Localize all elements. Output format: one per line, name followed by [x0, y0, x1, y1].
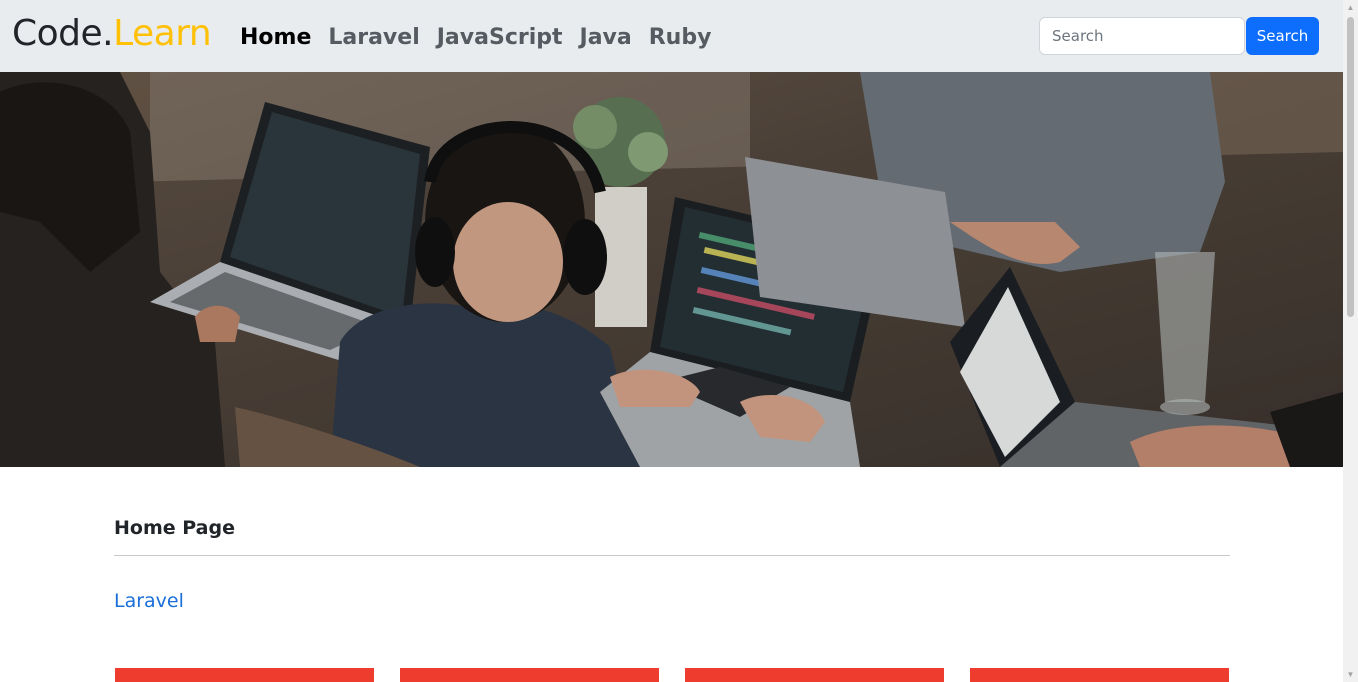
nav-link-java[interactable]: Java: [580, 22, 632, 54]
divider: [114, 555, 1230, 556]
scrollbar-thumb[interactable]: [1347, 17, 1354, 317]
page-title: Home Page: [114, 517, 235, 539]
vertical-scrollbar[interactable]: ▲ ▼: [1343, 0, 1358, 682]
navbar: Code.Learn Home Laravel JavaScript Java …: [0, 0, 1343, 72]
hero-banner-image: [0, 72, 1343, 467]
scroll-up-arrow-icon[interactable]: ▲: [1343, 0, 1358, 15]
search-form: Search: [1039, 17, 1319, 55]
nav-link-laravel[interactable]: Laravel: [328, 22, 419, 54]
post-card[interactable]: [970, 668, 1229, 682]
post-card[interactable]: [685, 668, 944, 682]
main-nav: Home Laravel JavaScript Java Ruby: [240, 22, 728, 54]
search-input[interactable]: [1039, 17, 1245, 55]
search-button[interactable]: Search: [1246, 17, 1319, 55]
nav-link-home[interactable]: Home: [240, 22, 311, 54]
scroll-down-arrow-icon[interactable]: ▼: [1343, 667, 1358, 682]
hero-photo-illustration: [0, 72, 1343, 467]
post-card[interactable]: [115, 668, 374, 682]
brand-text-code: Code.: [12, 13, 114, 54]
post-card[interactable]: [400, 668, 659, 682]
brand-text-learn: Learn: [113, 13, 212, 54]
nav-link-javascript[interactable]: JavaScript: [437, 22, 563, 54]
category-link-laravel[interactable]: Laravel: [114, 589, 184, 613]
card-grid: [115, 668, 1229, 682]
nav-link-ruby[interactable]: Ruby: [649, 22, 712, 54]
brand-logo[interactable]: Code.Learn: [12, 12, 212, 56]
page: Code.Learn Home Laravel JavaScript Java …: [0, 0, 1343, 682]
